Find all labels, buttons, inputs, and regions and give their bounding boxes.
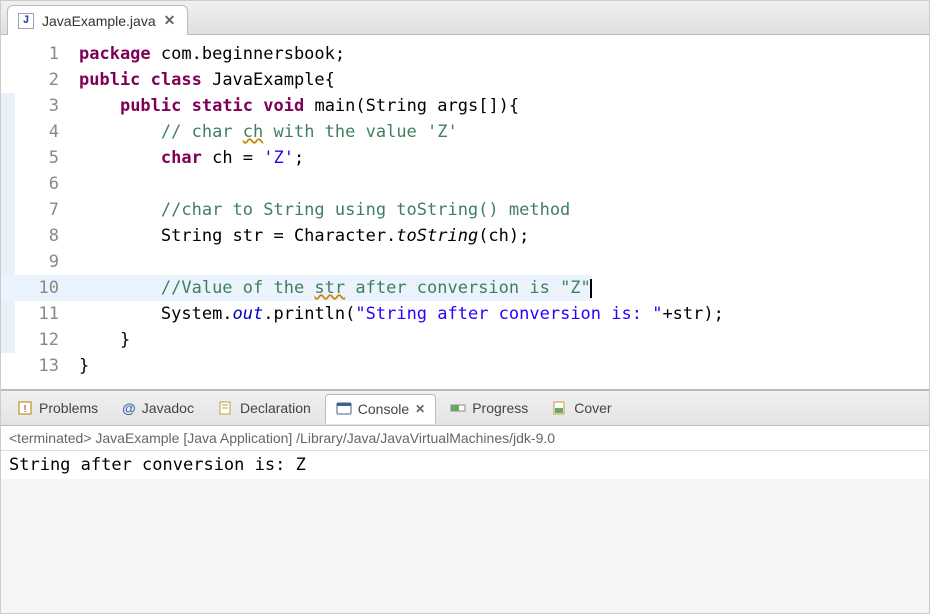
line-number: 9 — [15, 249, 71, 275]
text-cursor — [590, 279, 592, 298]
code-editor[interactable]: 1 package com.beginnersbook; 2 public cl… — [1, 35, 929, 389]
line-number: 13 — [15, 353, 71, 379]
line-number: 7 — [15, 197, 71, 223]
tab-label: Problems — [39, 400, 98, 416]
editor-tab-bar: J JavaExample.java ✕ — [1, 1, 929, 35]
line-number: 6 — [15, 171, 71, 197]
java-file-icon: J — [18, 13, 34, 29]
tab-label: Declaration — [240, 400, 311, 416]
tab-coverage[interactable]: Cover — [542, 394, 621, 422]
tab-label: Cover — [574, 400, 611, 416]
tab-console[interactable]: Console ✕ — [325, 394, 436, 424]
tab-progress[interactable]: Progress — [440, 394, 538, 422]
current-line: 10 //Value of the str after conversion i… — [1, 275, 929, 301]
tab-label: Javadoc — [142, 400, 194, 416]
bottom-view-tabs: ! Problems @ Javadoc Declaration Console… — [1, 390, 929, 426]
editor-tab-javaexample[interactable]: J JavaExample.java ✕ — [7, 5, 188, 35]
coverage-icon — [552, 400, 568, 416]
tab-javadoc[interactable]: @ Javadoc — [112, 394, 204, 422]
console-icon — [336, 401, 352, 417]
line-number: 2 — [15, 67, 71, 93]
line-number: 1 — [15, 41, 71, 67]
editor-tab-label: JavaExample.java — [42, 13, 156, 29]
declaration-icon — [218, 400, 234, 416]
javadoc-icon: @ — [122, 400, 136, 416]
line-number: 5 — [15, 145, 71, 171]
tab-declaration[interactable]: Declaration — [208, 394, 321, 422]
editor-area: J JavaExample.java ✕ 1 package com.begin… — [1, 1, 929, 390]
close-icon[interactable]: ✕ — [164, 12, 176, 29]
tab-label: Console — [358, 401, 409, 417]
line-number: 3 — [15, 93, 71, 119]
tab-problems[interactable]: ! Problems — [7, 394, 108, 422]
line-number: 12 — [15, 327, 71, 353]
tab-label: Progress — [472, 400, 528, 416]
svg-text:!: ! — [24, 404, 27, 415]
console-output[interactable]: String after conversion is: Z — [1, 451, 929, 479]
progress-icon — [450, 400, 466, 416]
line-number: 4 — [15, 119, 71, 145]
line-number: 10 — [15, 275, 71, 301]
line-number: 11 — [15, 301, 71, 327]
problems-icon: ! — [17, 400, 33, 416]
line-number: 8 — [15, 223, 71, 249]
console-process-label: <terminated> JavaExample [Java Applicati… — [1, 426, 929, 451]
close-icon[interactable]: ✕ — [415, 402, 425, 416]
